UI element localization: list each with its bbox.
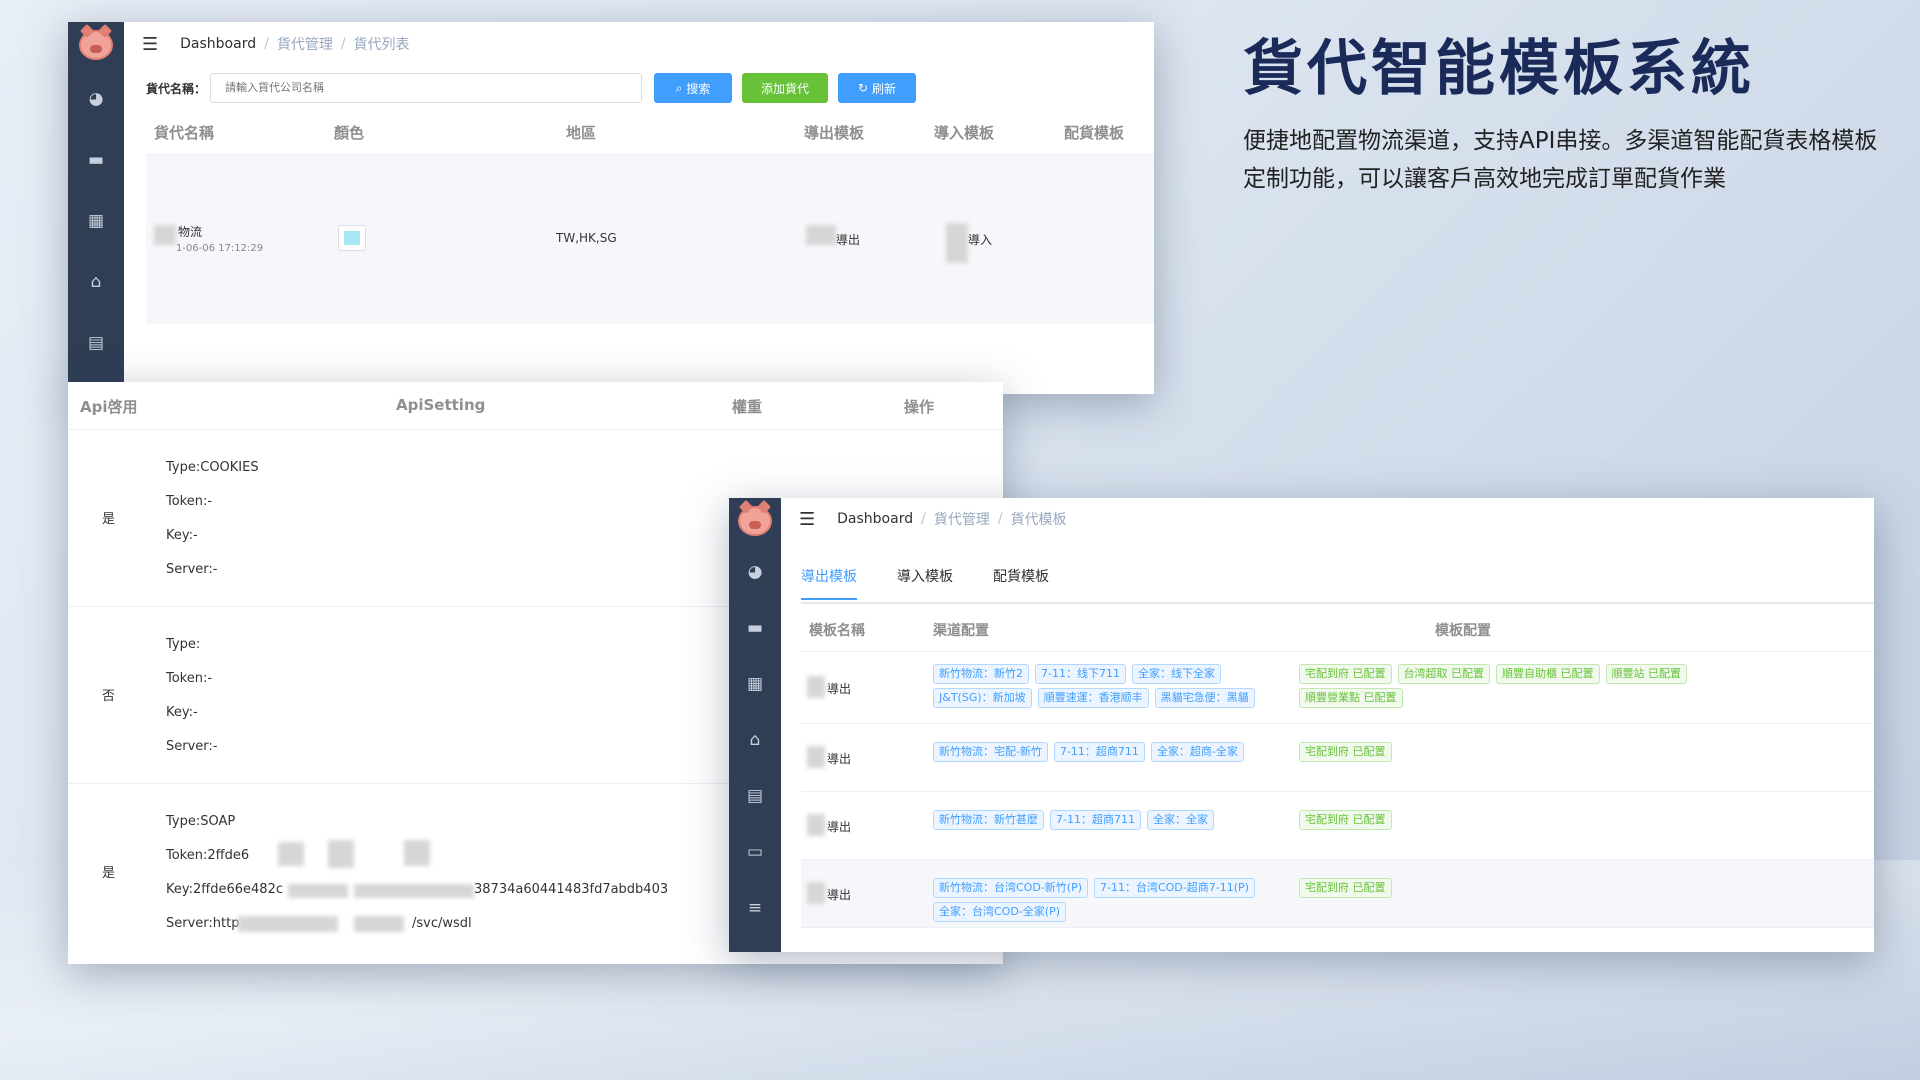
channel-tags: 新竹物流：新竹2 7-11：线下711 全家：线下全家 J&T(SG)：新加坡 順豐速運… — [933, 664, 1293, 712]
search-label: 貨代名稱： — [146, 81, 207, 96]
channel-tag: 7-11：线下711 — [1035, 664, 1126, 684]
dashboard-icon[interactable]: ◕ — [729, 544, 781, 600]
forwarder-template-window: ◕ ▬ ▦ ⌂ ▤ ▭ ≡ ☰ Dashboard / 貨代管理 / 貨代模板 … — [729, 498, 1874, 952]
export-template-link[interactable]: 導出 — [836, 231, 860, 248]
channel-tag: 7-11：台湾COD-超商7-11(P) — [1094, 878, 1255, 898]
forwarder-list-window: ◕ ▬ ▦ ⌂ ▤ ☰ Dashboard / 貨代管理 / 貨代列表 貨代名稱… — [68, 22, 1154, 394]
config-tag: 宅配到府 已配置 — [1299, 742, 1392, 762]
template-name: 導出 — [827, 752, 852, 766]
template-name: 導出 — [827, 888, 852, 902]
template-tabs: 導出模板 導入模板 配貨模板 — [801, 552, 1874, 604]
tab-allocation-template[interactable]: 配貨模板 — [993, 566, 1049, 586]
breadcrumb-level3: 貨代列表 — [353, 37, 410, 53]
channel-tag: 新竹物流：新竹2 — [933, 664, 1029, 684]
breadcrumb-level2[interactable]: 貨代管理 — [934, 509, 990, 529]
page-title: 貨代智能模板系統 — [1243, 34, 1755, 104]
breadcrumb-home[interactable]: Dashboard — [837, 511, 913, 527]
template-name: 導出 — [827, 820, 852, 834]
page-description: 便捷地配置物流渠道，支持API串接。多渠道智能配貨表格模板定制功能，可以讓客戶高… — [1243, 128, 1878, 192]
config-tag: 宅配到府 已配置 — [1299, 664, 1392, 684]
table-row[interactable]: 導出 新竹物流：新竹甚麽 7-11：超商711 全家：全家 宅配到府 已配置 — [801, 792, 1874, 860]
config-tag: 順豐自助櫃 已配置 — [1496, 664, 1600, 684]
table-row[interactable]: 物流 1-06-06 17:12:29 TW,HK,SG 導出 導入 — [146, 154, 1154, 324]
storage-icon[interactable]: ▬ — [68, 129, 124, 190]
clipboard-icon[interactable]: ▤ — [68, 312, 124, 373]
table-row[interactable]: 導出 新竹物流：台湾COD-新竹(P) 7-11：台湾COD-超商7-11(P) 全家… — [801, 860, 1874, 928]
pig-logo-icon — [738, 506, 772, 536]
shopping-bag-icon[interactable]: ⌂ — [729, 712, 781, 768]
config-tag: 順豐站 已配置 — [1605, 664, 1687, 684]
app-logo[interactable] — [729, 498, 781, 544]
breadcrumb-level2[interactable]: 貨代管理 — [277, 34, 333, 54]
channel-tag: 新竹物流：台湾COD-新竹(P) — [933, 878, 1088, 898]
table-row[interactable]: 導出 新竹物流：宅配-新竹 7-11：超商711 全家：超商-全家 宅配到府 已配置 — [801, 724, 1874, 792]
storage-icon[interactable]: ▬ — [729, 600, 781, 656]
template-name: 導出 — [827, 682, 852, 696]
channel-tag: 全家：超商-全家 — [1150, 742, 1244, 762]
channel-tag: 7-11：超商711 — [1050, 810, 1141, 830]
clipboard-icon[interactable]: ▤ — [729, 768, 781, 824]
config-tags: 宅配到府 已配置 — [1299, 878, 1739, 902]
breadcrumb-home[interactable]: Dashboard — [180, 36, 256, 52]
config-tags: 宅配到府 已配置 — [1299, 742, 1739, 766]
header-bar: ☰ Dashboard / 貨代管理 / 貨代列表 — [142, 33, 410, 55]
api-table-header: Api啓用 ApiSetting 權重 操作 — [68, 382, 1003, 430]
config-tag: 台湾超取 已配置 — [1397, 664, 1490, 684]
shopping-bag-icon[interactable]: ⌂ — [68, 251, 124, 312]
config-tags: 宅配到府 已配置 — [1299, 810, 1739, 834]
search-icon: ⌕ — [675, 80, 683, 95]
sidebar: ◕ ▬ ▦ ⌂ ▤ ▭ ≡ — [729, 498, 781, 952]
import-template-link[interactable]: 導入 — [968, 231, 992, 248]
channel-tag: 順豐速運：香港顺丰 — [1037, 688, 1149, 708]
table-header: 貨代名稱 顏色 地區 導出模板 導入模板 配貨模板 — [154, 124, 1125, 142]
channel-tag: 新竹物流：宅配-新竹 — [933, 742, 1048, 762]
dashboard-icon[interactable]: ◕ — [68, 68, 124, 129]
chat-icon[interactable]: ▭ — [729, 824, 781, 880]
template-table-header: 模板名稱 渠道配置 模板配置 — [801, 604, 1874, 652]
grid-icon[interactable]: ▦ — [729, 656, 781, 712]
channel-tag: 黑貓宅急便：黑貓 — [1154, 688, 1255, 708]
tab-export-template[interactable]: 導出模板 — [801, 566, 857, 600]
grid-icon[interactable]: ▦ — [68, 190, 124, 251]
add-forwarder-button[interactable]: 添加貨代 — [742, 73, 829, 103]
app-logo[interactable] — [68, 22, 124, 68]
config-tag: 宅配到府 已配置 — [1299, 878, 1392, 898]
channel-tags: 新竹物流：台湾COD-新竹(P) 7-11：台湾COD-超商7-11(P) 全家：台… — [933, 878, 1293, 926]
search-bar: 貨代名稱： ⌕搜索 添加貨代 ↻刷新 — [124, 66, 1154, 110]
config-tag: 宅配到府 已配置 — [1299, 810, 1392, 830]
pig-logo-icon — [79, 30, 113, 60]
channel-tag: 全家：线下全家 — [1131, 664, 1221, 684]
table-row[interactable]: 導出 新竹物流：新竹2 7-11：线下711 全家：线下全家J&T(SG)：新加坡 順豐… — [801, 652, 1874, 724]
refresh-icon: ↻ — [857, 81, 869, 95]
channel-tag: 7-11：超商711 — [1053, 742, 1145, 762]
config-tag: 順豐營業點 已配置 — [1299, 688, 1403, 708]
refresh-button[interactable]: ↻ 刷新 — [838, 73, 917, 103]
channel-tag: 全家：台湾COD-全家(P) — [933, 902, 1066, 922]
search-button[interactable]: ⌕ 搜索 — [654, 73, 733, 103]
breadcrumb-level3: 貨代模板 — [1010, 512, 1067, 528]
channel-tags: 新竹物流：新竹甚麽 7-11：超商711 全家：全家 — [933, 810, 1293, 834]
sidebar: ◕ ▬ ▦ ⌂ ▤ — [68, 22, 124, 394]
channel-tags: 新竹物流：宅配-新竹 7-11：超商711 全家：超商-全家 — [933, 742, 1293, 766]
channel-tag: 新竹物流：新竹甚麽 — [933, 810, 1044, 830]
template-table-body: 導出 新竹物流：新竹2 7-11：线下711 全家：线下全家J&T(SG)：新加坡 順豐… — [801, 652, 1874, 928]
header-bar: ☰ Dashboard / 貨代管理 / 貨代模板 — [799, 508, 1067, 530]
color-swatch — [338, 225, 366, 251]
menu-fold-icon[interactable]: ☰ — [142, 34, 158, 55]
search-input[interactable] — [210, 73, 643, 103]
channel-tag: 全家：全家 — [1146, 810, 1214, 830]
tab-import-template[interactable]: 導入模板 — [897, 566, 953, 586]
list-icon[interactable]: ≡ — [729, 880, 781, 936]
menu-fold-icon[interactable]: ☰ — [799, 509, 815, 530]
channel-tag: J&T(SG)：新加坡 — [933, 688, 1032, 708]
config-tags: 宅配到府 已配置 台湾超取 已配置 順豐自助櫃 已配置 順豐站 已配置順豐營業點 已配… — [1299, 664, 1739, 712]
